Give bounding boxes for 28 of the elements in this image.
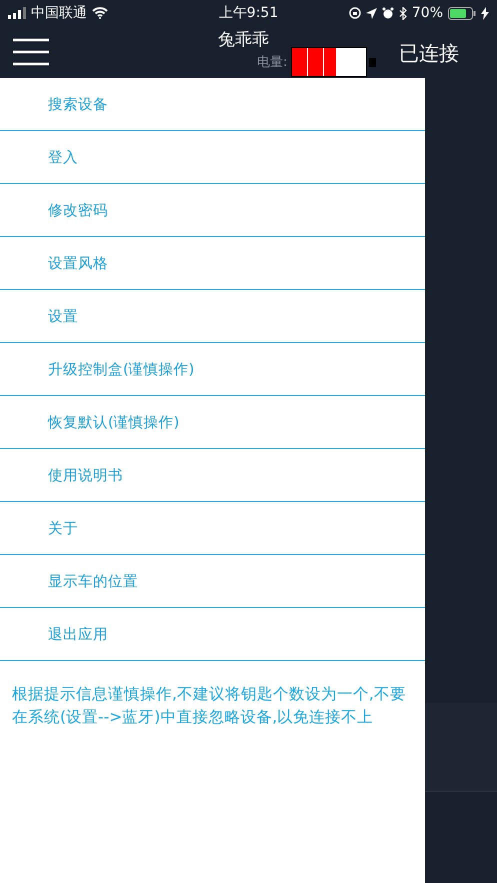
alarm-icon	[382, 7, 394, 19]
battery-terminal	[369, 58, 376, 67]
notice-text: 根据提示信息谨慎操作,不建议将钥匙个数设为一个,不要在系统(设置-->蓝牙)中直接忽略设备,以免连接不上	[11, 684, 407, 728]
connection-status: 已连接	[399, 40, 459, 67]
battery-label: 电量:	[257, 54, 288, 71]
menu-item[interactable]: 关于	[0, 502, 425, 555]
charging-icon	[481, 6, 490, 20]
lock-rotation-icon	[348, 7, 361, 19]
wifi-icon	[92, 7, 108, 19]
menu-item[interactable]: 登入	[0, 131, 425, 184]
carrier-name: 中国联通	[31, 4, 87, 22]
battery-icon	[448, 6, 476, 20]
menu-item[interactable]: 使用说明书	[0, 449, 425, 502]
location-icon	[366, 8, 377, 18]
battery-percent: 70%	[412, 5, 444, 21]
menu-icon[interactable]	[12, 38, 50, 66]
status-time: 上午9:51	[218, 4, 278, 22]
menu-item[interactable]: 搜索设备	[0, 78, 425, 131]
signal-icon	[8, 7, 26, 19]
menu-item[interactable]: 设置风格	[0, 237, 425, 290]
menu-item[interactable]: 恢复默认(谨慎操作)	[0, 396, 425, 449]
app-title: 兔乖乖	[218, 29, 269, 51]
menu-item[interactable]: 退出应用	[0, 608, 425, 661]
menu-item[interactable]: 设置	[0, 290, 425, 343]
menu-item[interactable]: 升级控制盒(谨慎操作)	[0, 343, 425, 396]
bluetooth-icon	[398, 6, 407, 20]
menu-item[interactable]: 显示车的位置	[0, 555, 425, 608]
menu-item[interactable]: 修改密码	[0, 184, 425, 237]
